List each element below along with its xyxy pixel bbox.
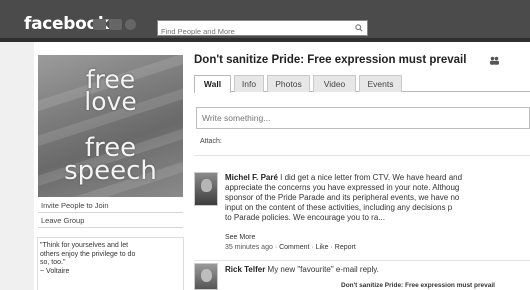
wall-post: Michel F. Paré I did get a nice letter f… bbox=[225, 173, 530, 223]
jewel-icons bbox=[93, 19, 136, 30]
attach-label: Attach: bbox=[200, 138, 222, 145]
invite-people-link[interactable]: Invite People to Join bbox=[41, 201, 109, 210]
notifications-icon[interactable] bbox=[125, 19, 136, 30]
like-link[interactable]: Like bbox=[316, 244, 329, 251]
shared-link-title[interactable]: Don't sanitize Pride: Free expression mu… bbox=[341, 282, 495, 289]
avatar[interactable] bbox=[194, 172, 218, 206]
wall-post-input[interactable] bbox=[197, 108, 517, 128]
quote-line: others enjoy the privilege to do bbox=[40, 250, 136, 258]
post-author-link[interactable]: Rick Telfer bbox=[225, 265, 265, 274]
post-text: sponsor of the Pride Parade and its peri… bbox=[225, 193, 460, 202]
post-text: to Parade policies. We encourage you to … bbox=[225, 213, 385, 222]
divider bbox=[194, 260, 530, 261]
page-title: Don't sanitize Pride: Free expression mu… bbox=[194, 54, 467, 66]
group-quote: "Think for yourselves and let others enj… bbox=[40, 242, 182, 276]
quote-line: "Think for yourselves and let bbox=[40, 242, 129, 249]
profile-word-love: love bbox=[84, 87, 137, 116]
leave-group-link[interactable]: Leave Group bbox=[41, 216, 84, 225]
quote-line: so, too." bbox=[40, 259, 66, 266]
see-more-link[interactable]: See More bbox=[225, 234, 255, 241]
post-text: I did get a nice letter from CTV. We hav… bbox=[280, 173, 463, 182]
post-text: input on the content of these activities… bbox=[225, 203, 453, 212]
tab-info[interactable]: Info bbox=[234, 75, 264, 92]
profile-tabs: Wall Info Photos Video Events bbox=[194, 75, 530, 93]
tab-wall[interactable]: Wall bbox=[194, 75, 231, 93]
messages-icon[interactable] bbox=[109, 19, 122, 30]
quote-attribution: ~ Voltaire bbox=[40, 267, 70, 275]
tab-photos[interactable]: Photos bbox=[267, 75, 310, 92]
wall-post: Rick Telfer My new "favourite" e-mail re… bbox=[225, 265, 379, 274]
people-icon bbox=[490, 56, 499, 65]
top-bar-strip bbox=[0, 38, 530, 42]
post-text: My new "favourite" e-mail reply. bbox=[267, 265, 379, 274]
group-profile-picture[interactable]: free love free speech bbox=[38, 55, 183, 197]
comment-link[interactable]: Comment bbox=[279, 244, 309, 251]
search-input[interactable] bbox=[158, 24, 348, 39]
divider bbox=[38, 227, 183, 228]
post-text: appreciate the concerns you have express… bbox=[225, 183, 460, 192]
report-link[interactable]: Report bbox=[335, 244, 356, 251]
post-timestamp[interactable]: 35 minutes ago bbox=[225, 244, 273, 251]
profile-word-speech: speech bbox=[64, 156, 157, 186]
tab-events[interactable]: Events bbox=[359, 75, 402, 92]
friend-requests-icon[interactable] bbox=[93, 19, 106, 30]
search-box bbox=[157, 20, 368, 39]
search-icon[interactable] bbox=[355, 24, 363, 32]
tab-video[interactable]: Video bbox=[313, 75, 356, 92]
post-meta: 35 minutes ago · Comment · Like · Report bbox=[225, 244, 356, 251]
post-author-link[interactable]: Michel F. Paré bbox=[225, 173, 278, 182]
avatar[interactable] bbox=[194, 263, 218, 290]
divider bbox=[38, 212, 183, 213]
divider bbox=[194, 155, 530, 156]
wall-composer bbox=[196, 107, 530, 129]
